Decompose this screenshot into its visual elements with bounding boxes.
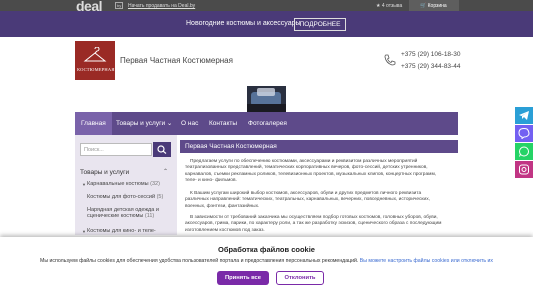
instagram-button[interactable]	[515, 161, 533, 178]
content-paragraph-1: Предлагаем услуги по обеспечению костюма…	[185, 159, 437, 184]
whatsapp-icon	[519, 146, 529, 157]
content-paragraph-3: В зависимости от требований заказчика мы…	[185, 215, 442, 233]
viber-icon	[518, 128, 530, 139]
instagram-icon	[519, 164, 529, 175]
start-selling-link[interactable]: Начать продавать на Deal.by	[128, 3, 195, 9]
chevron-up-icon[interactable]: ⌃	[163, 168, 168, 175]
nav-item-about[interactable]: О нас	[181, 112, 198, 135]
nav-item-home[interactable]: Главная	[75, 112, 112, 135]
decline-button[interactable]: Отклонить	[276, 271, 324, 285]
site-logo[interactable]: КОСТЮМЕРНАЯ	[75, 41, 115, 80]
search-icon	[157, 145, 167, 154]
cookie-banner: Обработка файлов cookie Мы используем фа…	[0, 237, 533, 300]
nav-item-contacts[interactable]: Контакты	[209, 112, 237, 135]
announcement-text: Новогодние костюмы и аксессуары	[186, 20, 301, 27]
main-nav: Главная Товары и услуги ⌄ О нас Контакты…	[75, 112, 458, 135]
sidebar-item-photo[interactable]: Костюмы для фото-сессий (5)	[87, 194, 163, 200]
content-heading: Первая Частная Костюмерная	[180, 140, 458, 153]
nav-item-gallery[interactable]: Фотогалерея	[248, 112, 287, 135]
sidebar-item-count: (11)	[144, 213, 155, 219]
cart-button[interactable]: 🛒 Корзина	[409, 0, 459, 11]
sidebar-item-count: (32)	[150, 181, 160, 187]
sidebar-item-kids[interactable]: Нарядная детская одежда и сценические кос…	[87, 207, 159, 219]
phone-number-1[interactable]: +375 (29) 106-18-30	[401, 51, 460, 58]
cart-icon: 🛒	[420, 3, 427, 9]
expand-arrow-icon[interactable]: ▼	[82, 182, 86, 187]
telegram-button[interactable]	[515, 107, 533, 124]
announcement-bar: Новогодние костюмы и аксессуары ПОДРОБНЕ…	[0, 11, 533, 37]
cookie-settings-link[interactable]: Вы можете настроить файлы cookies или от…	[360, 258, 493, 264]
more-button[interactable]: ПОДРОБНЕЕ	[294, 18, 346, 31]
hanger-icon	[83, 47, 107, 62]
site-title: Первая Частная Костюмерная	[120, 56, 233, 65]
sidebar-heading[interactable]: Товары и услуги	[80, 169, 129, 176]
cookie-text: Мы используем файлы cookies для обеспече…	[0, 258, 533, 264]
search-input[interactable]: Поиск...	[80, 143, 152, 156]
cookie-title: Обработка файлов cookie	[218, 245, 315, 254]
accept-all-button[interactable]: Принять все	[217, 271, 269, 285]
expand-arrow-icon[interactable]: ▼	[82, 229, 86, 234]
logo-text: КОСТЮМЕРНАЯ	[77, 67, 115, 72]
cart-label: Корзина	[427, 3, 447, 9]
reviews-link[interactable]: ★ 4 отзыва	[376, 3, 402, 9]
phone-icon	[384, 54, 396, 66]
top-bar: deal by Начать продавать на Deal.by ★ 4 …	[0, 0, 533, 14]
phone-number-2[interactable]: +375 (29) 344-83-44	[401, 63, 460, 70]
banner-image	[247, 86, 286, 112]
sidebar-item-carnival[interactable]: Карнавальные костюмы (32)	[87, 181, 160, 187]
cookie-description: Мы используем файлы cookies для обеспече…	[40, 258, 359, 264]
nav-item-products-label: Товары и услуги	[116, 120, 166, 127]
nav-item-products[interactable]: Товары и услуги ⌄	[116, 112, 172, 135]
telegram-icon	[519, 111, 529, 120]
sidebar-item-film[interactable]: Костюмы для кино- и теле-	[87, 228, 156, 234]
star-icon: ★	[376, 3, 381, 9]
sidebar-item-label: Костюмы для кино- и теле-	[87, 228, 156, 234]
deal-logo-badge: by	[115, 2, 124, 9]
sidebar-item-label-2: сценические костюмы	[87, 213, 144, 219]
reviews-label: 4 отзыва	[381, 3, 403, 9]
viber-button[interactable]	[515, 125, 533, 142]
sidebar-item-label: Костюмы для фото-сессий	[87, 194, 156, 200]
sidebar-item-label: Карнавальные костюмы	[87, 181, 149, 187]
content-paragraph-2: К Вашим услугам широкий выбор костюмов, …	[185, 191, 430, 209]
search-button[interactable]	[153, 142, 171, 157]
chevron-down-icon: ⌄	[166, 120, 173, 127]
sidebar-item-count: (5)	[156, 194, 164, 200]
whatsapp-button[interactable]	[515, 143, 533, 160]
